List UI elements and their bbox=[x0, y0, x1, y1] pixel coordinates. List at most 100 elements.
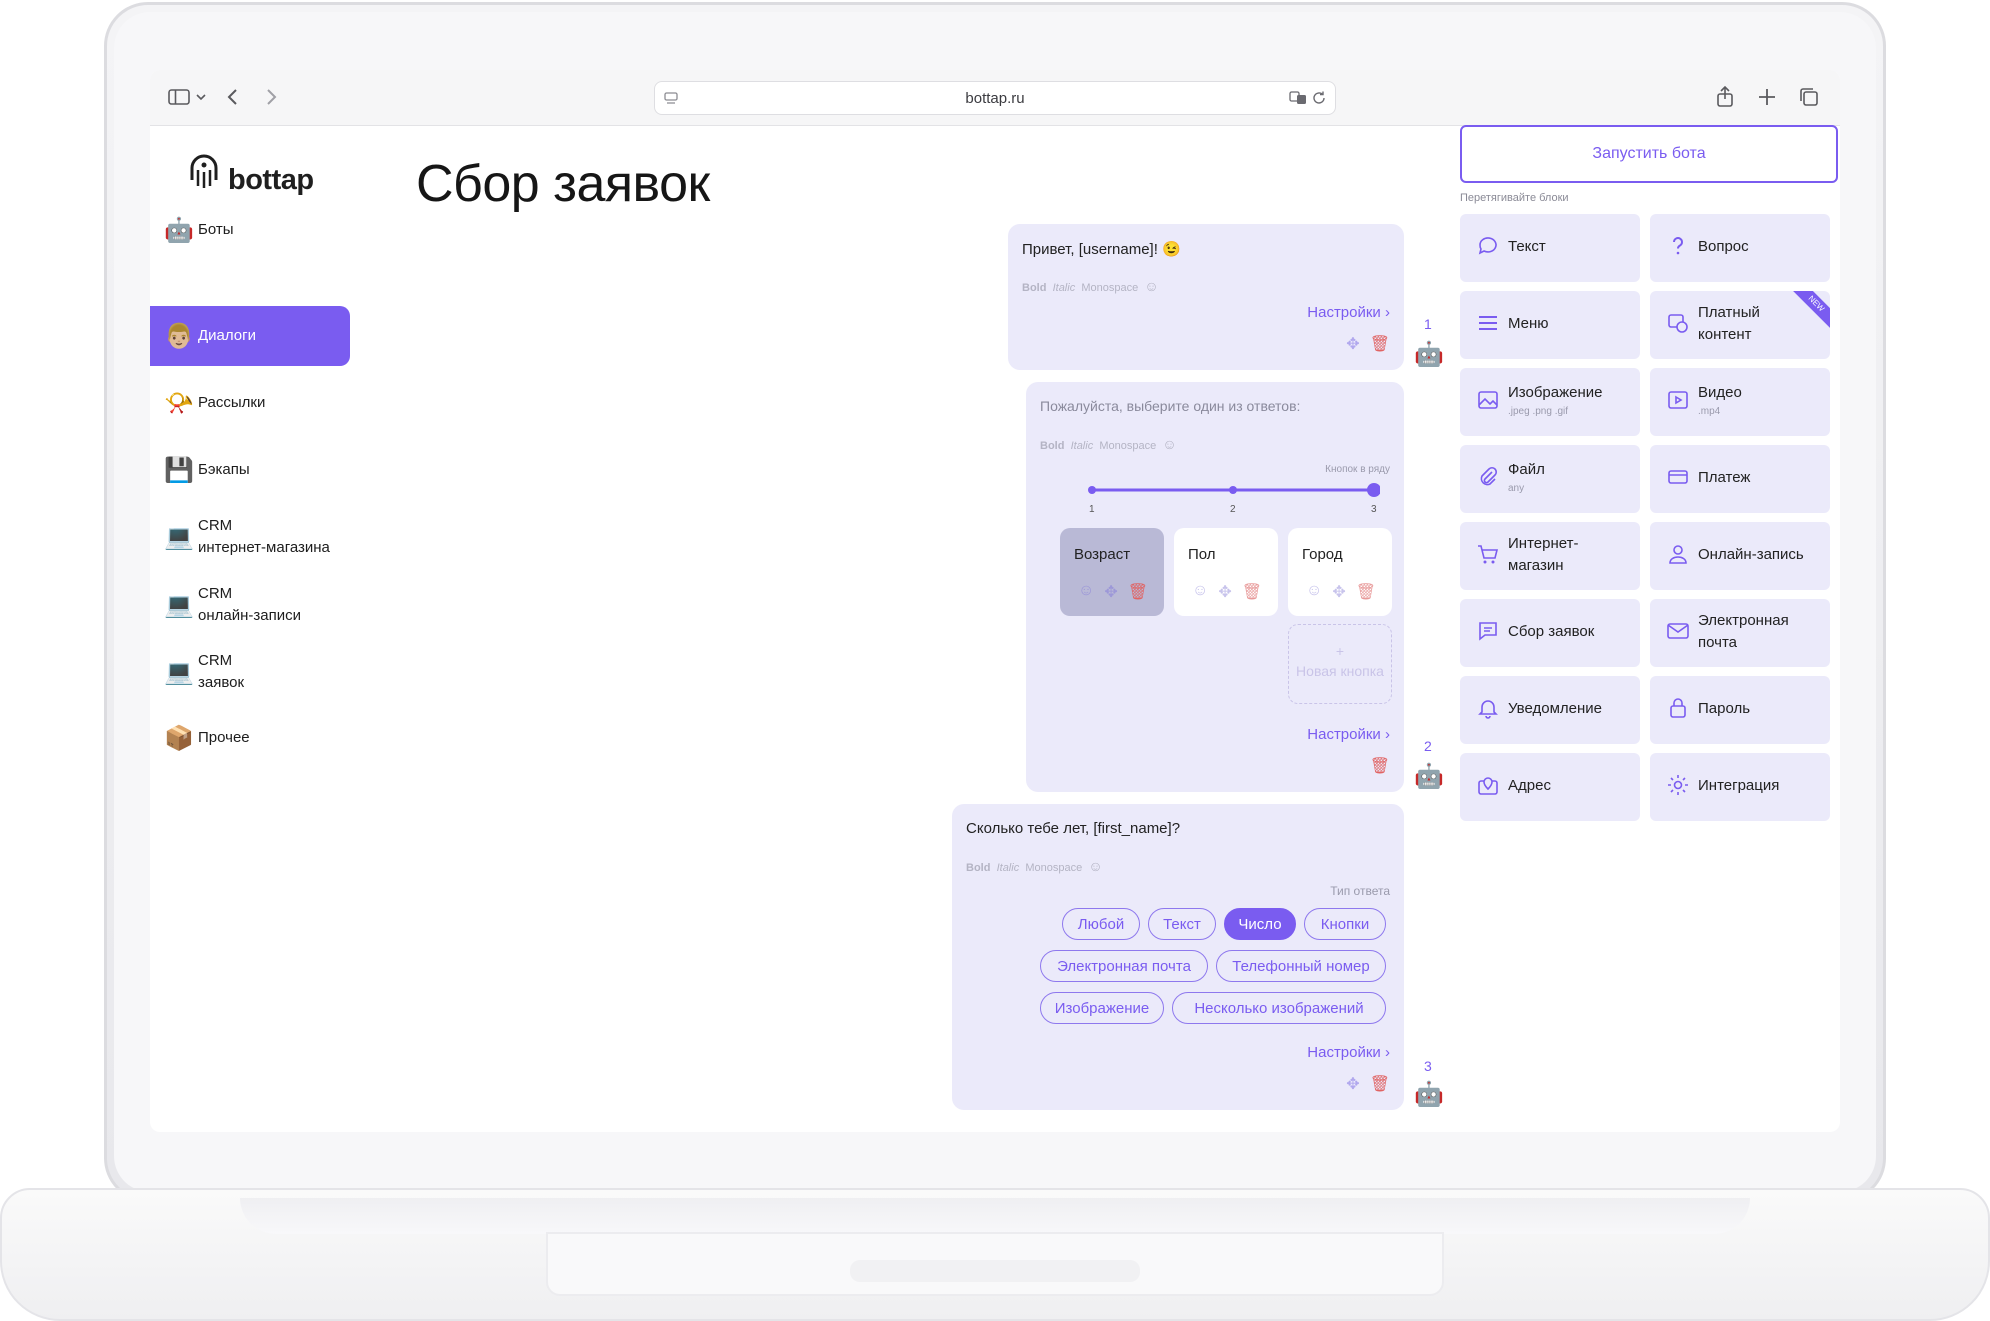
format-bold-button[interactable]: Bold bbox=[966, 862, 990, 874]
format-italic-button[interactable]: Italic bbox=[1053, 282, 1076, 294]
format-italic-button[interactable]: Italic bbox=[997, 862, 1020, 874]
message-text[interactable]: Сколько тебе лет, [first_name]? bbox=[966, 820, 1180, 837]
emoji-icon[interactable]: ☺ bbox=[1192, 582, 1208, 602]
format-mono-button[interactable]: Monospace bbox=[1081, 282, 1138, 294]
format-bold-button[interactable]: Bold bbox=[1022, 282, 1046, 294]
laptop-hinge bbox=[240, 1198, 1750, 1234]
tile-image[interactable]: Изображение .jpeg .png .gif bbox=[1460, 368, 1640, 436]
new-button-placeholder[interactable]: + Новая кнопка bbox=[1288, 624, 1392, 704]
back-icon[interactable] bbox=[220, 84, 246, 110]
format-mono-button[interactable]: Monospace bbox=[1099, 440, 1156, 452]
answer-type-phone[interactable]: Телефонный номер bbox=[1216, 950, 1386, 982]
move-icon[interactable]: ✥ bbox=[1104, 582, 1117, 602]
move-icon[interactable]: ✥ bbox=[1346, 334, 1359, 354]
move-icon[interactable]: ✥ bbox=[1218, 582, 1231, 602]
chevron-down-icon[interactable] bbox=[194, 84, 208, 110]
translate-icon[interactable] bbox=[1289, 90, 1307, 106]
forward-icon[interactable] bbox=[258, 84, 284, 110]
tile-email[interactable]: Электронная почта bbox=[1650, 599, 1830, 667]
sidebar-item-backups[interactable]: 💾 Бэкапы bbox=[150, 440, 350, 500]
trash-icon[interactable]: 🗑 bbox=[1370, 756, 1390, 776]
choice-actions: ☺ ✥ 🗑 bbox=[1306, 582, 1376, 602]
message-text[interactable]: Привет, [username]! 😉 bbox=[1022, 240, 1181, 258]
tile-address[interactable]: Адрес bbox=[1460, 753, 1640, 821]
emoji-icon[interactable]: ☺ bbox=[1306, 582, 1322, 602]
sidebar-item-mailings[interactable]: 📯 Рассылки bbox=[150, 373, 350, 433]
choice-button-gender[interactable]: Пол ☺ ✥ 🗑 bbox=[1174, 528, 1278, 616]
answer-type-email[interactable]: Электронная почта bbox=[1040, 950, 1208, 982]
tile-requests[interactable]: Сбор заявок bbox=[1460, 599, 1640, 667]
tabs-overview-icon[interactable] bbox=[1796, 84, 1822, 110]
answer-type-text[interactable]: Текст bbox=[1148, 908, 1216, 940]
address-bar[interactable]: bottap.ru bbox=[654, 81, 1336, 115]
block-3-content: Сколько тебе лет, [first_name]? Bold Ita… bbox=[952, 804, 1404, 1110]
address-url: bottap.ru bbox=[965, 90, 1025, 107]
sidebar-item-crm-shop[interactable]: 💻 CRM интернет-магазина bbox=[150, 507, 350, 567]
trash-icon[interactable]: 🗑 bbox=[1370, 334, 1390, 354]
tile-shop[interactable]: Интернет- магазин bbox=[1460, 522, 1640, 590]
answer-type-buttons[interactable]: Кнопки bbox=[1304, 908, 1386, 940]
new-tab-icon[interactable] bbox=[1754, 84, 1780, 110]
share-icon[interactable] bbox=[1712, 84, 1738, 110]
emoji-icon[interactable]: ☺ bbox=[1162, 436, 1176, 452]
format-bold-button[interactable]: Bold bbox=[1040, 440, 1064, 452]
page-title: Сбор заявок bbox=[416, 155, 710, 213]
plus-icon: + bbox=[1335, 643, 1345, 659]
tile-integration[interactable]: Интеграция bbox=[1650, 753, 1830, 821]
choice-button-city[interactable]: Город ☺ ✥ 🗑 bbox=[1288, 528, 1392, 616]
format-toolbar: Bold Italic Monospace ☺ bbox=[1040, 436, 1177, 452]
tile-payment[interactable]: Платеж bbox=[1650, 445, 1830, 513]
drag-hint: Перетягивайте блоки bbox=[1460, 192, 1569, 204]
trash-icon[interactable]: 🗑 bbox=[1370, 1074, 1390, 1094]
trash-icon[interactable]: 🗑 bbox=[1356, 582, 1376, 602]
trash-icon[interactable]: 🗑 bbox=[1128, 582, 1148, 602]
sidebar-item-crm-booking[interactable]: 💻 CRM онлайн-записи bbox=[150, 575, 350, 635]
tile-file[interactable]: Файл any bbox=[1460, 445, 1640, 513]
settings-label: Настройки bbox=[1307, 726, 1381, 743]
tile-password[interactable]: Пароль bbox=[1650, 676, 1830, 744]
answer-type-number[interactable]: Число bbox=[1224, 908, 1296, 940]
paid-content-icon bbox=[1668, 314, 1688, 333]
tile-sub: .mp4 bbox=[1698, 406, 1721, 417]
move-icon[interactable]: ✥ bbox=[1346, 1074, 1359, 1094]
tile-menu[interactable]: Меню bbox=[1460, 291, 1640, 359]
settings-link[interactable]: Настройки › bbox=[1307, 1044, 1390, 1061]
tile-paid-content[interactable]: Платный контент NEW bbox=[1650, 291, 1830, 359]
robot-icon: 🤖 bbox=[1414, 1081, 1444, 1108]
trash-icon[interactable]: 🗑 bbox=[1242, 582, 1262, 602]
answer-type-multiple-images[interactable]: Несколько изображений bbox=[1172, 992, 1386, 1024]
settings-link[interactable]: Настройки › bbox=[1307, 726, 1390, 743]
package-icon: 📦 bbox=[164, 724, 194, 752]
robot-icon: 🤖 bbox=[164, 216, 194, 244]
launch-bot-button[interactable]: Запустить бота bbox=[1460, 125, 1838, 183]
tile-label: Онлайн-запись bbox=[1698, 546, 1804, 563]
sidebar-item-bots[interactable]: 🤖 Боты bbox=[150, 200, 350, 260]
emoji-icon[interactable]: ☺ bbox=[1088, 858, 1102, 874]
mail-icon bbox=[1667, 623, 1689, 639]
sidebar-item-other[interactable]: 📦 Прочее bbox=[150, 708, 350, 768]
sidebar-item-dialogs[interactable]: 👨🏼 Диалоги bbox=[150, 306, 350, 366]
reload-icon[interactable] bbox=[1311, 90, 1327, 106]
tile-video[interactable]: Видео .mp4 bbox=[1650, 368, 1830, 436]
tile-text[interactable]: Текст bbox=[1460, 214, 1640, 282]
answer-type-any[interactable]: Любой bbox=[1062, 908, 1140, 940]
message-text[interactable]: Пожалуйста, выберите один из ответов: bbox=[1040, 398, 1300, 414]
settings-link[interactable]: Настройки › bbox=[1307, 304, 1390, 321]
sidebar-item-crm-requests[interactable]: 💻 CRM заявок bbox=[150, 642, 350, 702]
buttons-per-row-slider[interactable] bbox=[1086, 480, 1380, 500]
format-mono-button[interactable]: Monospace bbox=[1025, 862, 1082, 874]
emoji-icon[interactable]: ☺ bbox=[1144, 278, 1158, 294]
tile-question[interactable]: Вопрос bbox=[1650, 214, 1830, 282]
choice-button-age[interactable]: Возраст ☺ ✥ 🗑 bbox=[1060, 528, 1164, 616]
new-button-label: Новая кнопка bbox=[1296, 663, 1384, 679]
emoji-icon[interactable]: ☺ bbox=[1078, 582, 1094, 602]
tile-label: Уведомление bbox=[1508, 700, 1603, 717]
tile-booking[interactable]: Онлайн-запись bbox=[1650, 522, 1830, 590]
sidebar-toggle-icon[interactable] bbox=[166, 84, 192, 110]
move-icon[interactable]: ✥ bbox=[1332, 582, 1345, 602]
step-number: 2 bbox=[1424, 738, 1432, 754]
tile-label: Интернет- магазин bbox=[1508, 535, 1579, 574]
tile-notification[interactable]: Уведомление bbox=[1460, 676, 1640, 744]
answer-type-image[interactable]: Изображение bbox=[1040, 992, 1164, 1024]
format-italic-button[interactable]: Italic bbox=[1071, 440, 1094, 452]
